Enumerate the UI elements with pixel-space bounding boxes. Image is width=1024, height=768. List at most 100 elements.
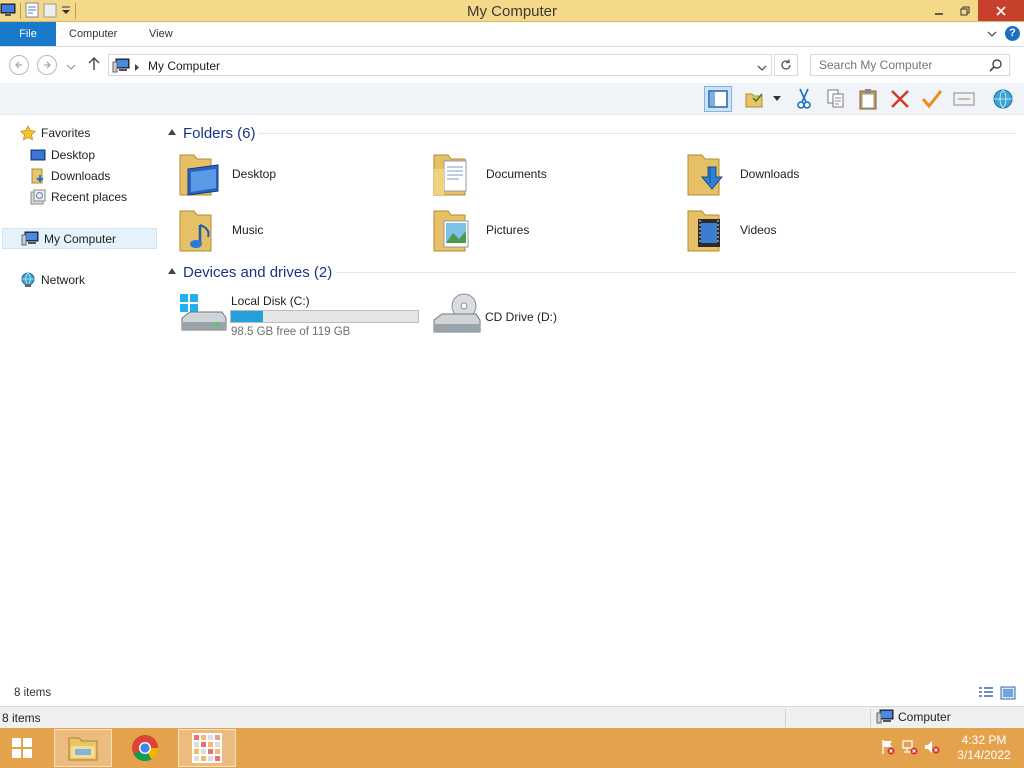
window-title: My Computer — [466, 3, 558, 20]
music-folder-icon — [179, 210, 212, 252]
star-icon — [20, 125, 36, 141]
downloads-folder-icon — [687, 154, 724, 196]
minimize-button[interactable] — [926, 0, 952, 21]
search-icon[interactable] — [989, 58, 1003, 75]
taskbar: 4:32 PM 3/14/2022 — [0, 728, 1024, 768]
drive-usage-fill — [231, 311, 263, 322]
drive-usage-bar — [230, 310, 419, 323]
collapse-triangle-icon — [168, 268, 176, 274]
computer-icon — [876, 709, 894, 724]
folder-name: Desktop — [232, 167, 277, 181]
nav-recent-places-label: Recent places — [51, 190, 128, 204]
view-buttons — [978, 686, 1016, 703]
properties-button[interactable] — [950, 86, 978, 112]
grid-app-icon — [192, 733, 222, 763]
folders-group-header[interactable]: Folders (6) — [168, 123, 256, 143]
status-location-label: Computer — [898, 709, 951, 724]
windows-drive-icon — [180, 294, 227, 331]
status-separator — [870, 709, 871, 727]
nav-favorites[interactable]: Favorites — [20, 123, 90, 143]
preview-pane-button[interactable] — [704, 86, 732, 112]
drive-name: CD Drive (D:) — [485, 310, 557, 324]
chevron-down-icon — [757, 65, 767, 71]
devices-group-header[interactable]: Devices and drives (2) — [168, 262, 332, 282]
network-globe-button[interactable] — [989, 86, 1017, 112]
tab-computer[interactable]: Computer — [69, 22, 117, 46]
nav-network-label: Network — [41, 273, 86, 287]
network-status-icon[interactable] — [902, 739, 918, 758]
nav-downloads-label: Downloads — [51, 169, 111, 183]
scissors-icon — [797, 88, 811, 109]
folder-tile-music[interactable]: Music — [178, 204, 263, 256]
details-view-button[interactable] — [978, 686, 994, 703]
address-dropdown-button[interactable] — [757, 61, 767, 75]
refresh-icon — [781, 59, 791, 70]
start-button[interactable] — [0, 729, 44, 767]
taskbar-file-explorer[interactable] — [54, 729, 112, 767]
group-divider — [336, 272, 1016, 273]
folder-tile-desktop[interactable]: Desktop — [178, 148, 276, 200]
back-button[interactable] — [9, 55, 29, 75]
search-input[interactable] — [811, 55, 981, 75]
nav-my-computer[interactable]: My Computer — [2, 228, 157, 249]
nav-desktop[interactable]: Desktop — [30, 145, 95, 165]
folder-tile-downloads[interactable]: Downloads — [686, 148, 799, 200]
status-separator — [785, 709, 786, 727]
volume-muted-icon[interactable] — [924, 739, 940, 758]
chrome-icon — [132, 735, 159, 762]
cut-button[interactable] — [790, 86, 818, 112]
chevron-down-icon — [66, 64, 76, 70]
large-icons-view-icon — [1000, 686, 1016, 700]
drive-free-space: 98.5 GB free of 119 GB — [231, 326, 351, 338]
address-path[interactable]: My Computer — [148, 59, 220, 73]
status-bar: 8 items Computer — [0, 706, 1024, 728]
nav-network[interactable]: Network — [20, 270, 85, 290]
system-tray: 4:32 PM 3/14/2022 — [880, 728, 1024, 768]
tab-view[interactable]: View — [149, 22, 173, 46]
preview-pane-icon — [708, 90, 728, 108]
chevron-down-icon — [773, 96, 781, 101]
status-location: Computer — [876, 709, 951, 724]
nav-downloads[interactable]: Downloads — [30, 166, 110, 186]
tab-file[interactable]: File — [0, 22, 56, 46]
content-pane: Folders (6) Desktop Documents Downloads … — [160, 116, 1024, 682]
folder-tile-documents[interactable]: Documents — [432, 148, 547, 200]
taskbar-app-grid[interactable] — [178, 729, 236, 767]
restore-button[interactable] — [952, 0, 978, 21]
help-button[interactable]: ? — [1005, 26, 1020, 41]
search-box[interactable] — [810, 54, 1010, 76]
nav-recent-places[interactable]: Recent places — [30, 187, 127, 207]
nav-my-computer-label: My Computer — [44, 231, 117, 246]
folder-options-dropdown[interactable] — [768, 86, 786, 112]
refresh-button[interactable] — [774, 54, 798, 76]
taskbar-chrome[interactable] — [116, 729, 174, 767]
large-icons-view-button[interactable] — [1000, 686, 1016, 703]
arrow-right-icon — [44, 61, 51, 69]
drive-tile-cd-drive-d[interactable]: CD Drive (D:) — [432, 292, 632, 342]
delete-button[interactable] — [886, 86, 914, 112]
network-icon — [21, 272, 35, 287]
window-controls — [926, 0, 1024, 21]
address-bar[interactable]: My Computer — [108, 54, 772, 76]
folder-options-button[interactable] — [741, 86, 769, 112]
file-explorer-icon — [68, 737, 98, 761]
desktop-icon — [30, 149, 46, 161]
computer-icon — [112, 58, 130, 76]
action-center-icon[interactable] — [880, 739, 896, 758]
folder-tile-videos[interactable]: Videos — [686, 204, 776, 256]
forward-button[interactable] — [37, 55, 57, 75]
breadcrumb-arrow-icon[interactable] — [134, 61, 140, 75]
copy-icon — [827, 89, 844, 108]
paste-button[interactable] — [854, 86, 882, 112]
copy-button[interactable] — [822, 86, 850, 112]
up-button[interactable] — [88, 57, 100, 74]
close-button[interactable] — [978, 0, 1024, 21]
expand-ribbon-button[interactable] — [987, 27, 997, 41]
taskbar-clock[interactable]: 4:32 PM 3/14/2022 — [944, 733, 1024, 763]
downloads-folder-icon — [31, 168, 44, 184]
recent-locations-button[interactable] — [66, 60, 76, 74]
rename-button[interactable] — [918, 86, 946, 112]
folder-tile-pictures[interactable]: Pictures — [432, 204, 529, 256]
computer-icon — [21, 231, 39, 246]
drive-tile-local-disk-c[interactable]: Local Disk (C:) 98.5 GB free of 119 GB — [178, 292, 438, 342]
